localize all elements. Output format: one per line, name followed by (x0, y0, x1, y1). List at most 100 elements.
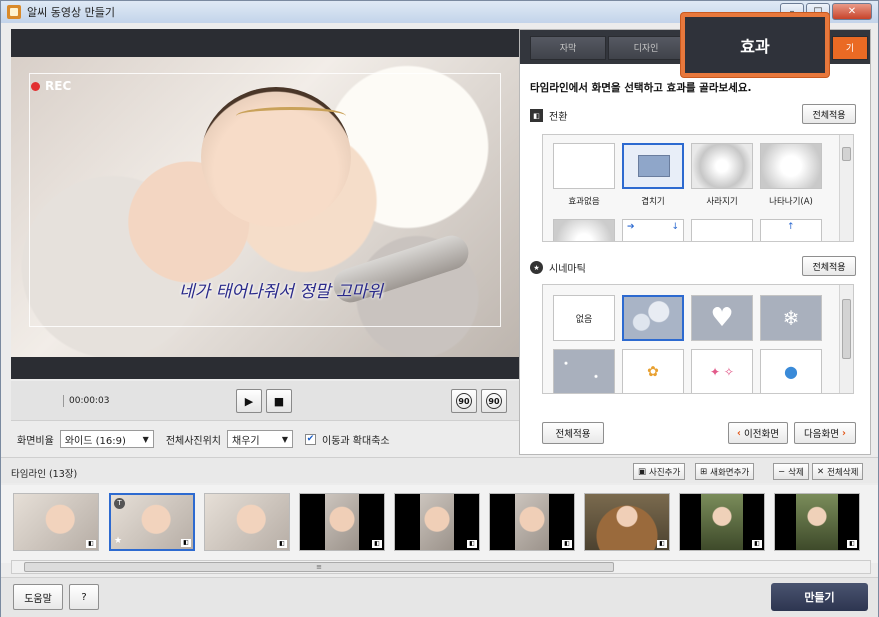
apply-all-button[interactable]: 전체적용 (542, 422, 604, 444)
rotate-left-button[interactable]: 90 (451, 389, 477, 413)
stop-icon: ■ (273, 394, 285, 408)
timeline-thumbnail[interactable]: ◧ (299, 493, 385, 551)
balloon-icon: ● (784, 362, 798, 381)
play-button[interactable]: ▶ (236, 389, 262, 413)
help-label: 도움말 (24, 593, 52, 605)
transition-scrollbar[interactable] (839, 135, 853, 241)
cinemark-confetti-tile[interactable]: ✦ ✧ (691, 349, 753, 393)
preview-photo: REC 네가 태어나줘서 정말 고마워 (11, 57, 519, 357)
photo-position-value: 채우기 (232, 435, 260, 447)
timeline-thumbnail[interactable]: ◧ (204, 493, 290, 551)
delete-label: 삭제 (788, 467, 804, 478)
transition-marker-icon: ◧ (562, 540, 572, 548)
playback-bar: 00:00:03 ▶ ■ 90 90 (11, 381, 519, 421)
ratio-label: 화면비율 (17, 435, 54, 447)
app-icon (7, 5, 21, 19)
photo-position-select[interactable]: 채우기 ▼ (227, 430, 294, 448)
cinemark-apply-all-button[interactable]: 전체적용 (802, 256, 856, 276)
cinemark-none-label: 없음 (575, 314, 593, 325)
add-screen-icon: ⊞ (700, 466, 708, 477)
star-icon: ★ (530, 261, 543, 274)
make-video-button[interactable]: 만들기 (771, 583, 868, 611)
ratio-value: 와이드 (16:9) (64, 435, 126, 447)
make-label: 만들기 (804, 591, 835, 604)
timeline-thumbnail[interactable]: ◧ (679, 493, 765, 551)
tab-effects[interactable]: 효과 (681, 13, 829, 77)
confetti-icon: ✦ ✧ (710, 365, 734, 379)
timeline-scrollbar[interactable]: ≡ (11, 560, 871, 574)
overlap-image-icon (638, 155, 670, 177)
transition-marker-icon: ◧ (277, 540, 287, 548)
caption-text[interactable]: 네가 태어나줘서 정말 고마워 (141, 277, 421, 302)
timeline-thumbnail[interactable]: ◧ (584, 493, 670, 551)
star-icon: ★ (114, 536, 123, 546)
transition-tile[interactable] (691, 219, 753, 241)
transition-icon: ◧ (530, 109, 543, 122)
timeline-header: 타임라인 (13장) ▣ 사진추가 ⊞ 새화면추가 − 삭제 ✕ 전체삭제 (1, 457, 878, 483)
transition-apply-all-button[interactable]: 전체적용 (802, 104, 856, 124)
time-divider (63, 395, 64, 407)
question-button[interactable]: ? (69, 584, 99, 610)
cinemark-heart-tile[interactable]: ♥ (691, 295, 753, 341)
chevron-down-icon: ▼ (281, 434, 289, 444)
tab-design[interactable]: 디자인 (608, 36, 684, 60)
timeline-thumbnail[interactable]: ◧ (774, 493, 860, 551)
footer-bar: 도움말 ? 만들기 (1, 577, 878, 617)
timeline-strip: ◧ T ★ ◧ ◧ ◧ ◧ ◧ ◧ ◧ ◧ (1, 485, 878, 563)
minus-icon: − (778, 466, 786, 477)
transition-tile[interactable]: ➔ ↓ (622, 219, 684, 241)
motion-checkbox[interactable]: ✔ (305, 433, 317, 445)
arrow-down-icon: ↓ (671, 222, 679, 232)
cinemark-scrollbar[interactable] (839, 285, 853, 393)
timeline-thumbnail[interactable]: ◧ (394, 493, 480, 551)
transition-appear-tile[interactable] (760, 143, 822, 189)
ratio-select[interactable]: 와이드 (16:9) ▼ (59, 430, 154, 448)
add-photo-button[interactable]: ▣ 사진추가 (633, 463, 686, 480)
window-title: 알씨 동영상 만들기 (27, 6, 115, 19)
tab-extra[interactable]: 기 (832, 36, 868, 60)
tab-subtitle[interactable]: 자막 (530, 36, 606, 60)
cinemark-title: 시네마틱 (549, 264, 586, 275)
transition-label: 효과없음 (568, 197, 600, 207)
next-screen-label: 다음화면 (804, 429, 840, 440)
cinemark-tile[interactable] (553, 349, 615, 393)
transition-tile[interactable] (553, 219, 615, 241)
transition-fade-tile[interactable] (691, 143, 753, 189)
transition-label: 나타나기(A) (769, 197, 813, 207)
delete-all-button[interactable]: ✕ 전체삭제 (812, 463, 864, 480)
transition-label: 사라지기 (706, 197, 738, 207)
cinemark-bubbles-tile[interactable] (622, 295, 684, 341)
cinemark-header: ★ 시네마틱 (530, 260, 586, 275)
transition-marker-icon: ◧ (372, 540, 382, 548)
transition-label: 겹치기 (641, 197, 665, 207)
timeline-thumbnail[interactable]: T ★ ◧ (109, 493, 195, 551)
scroll-thumb[interactable] (842, 147, 851, 161)
prev-screen-button[interactable]: ‹ 이전화면 (728, 422, 788, 444)
transition-marker-icon: ◧ (181, 539, 191, 547)
close-icon: ✕ (817, 466, 825, 477)
cinemark-snow-tile[interactable]: ❄ (760, 295, 822, 341)
transition-title: 전환 (549, 112, 568, 123)
cinemark-none-tile[interactable]: 없음 (553, 295, 615, 341)
rec-label: REC (45, 79, 72, 93)
transition-overlap-tile[interactable] (622, 143, 684, 189)
arrow-up-icon: ↑ (787, 222, 795, 232)
transition-tile[interactable]: ↑ (760, 219, 822, 241)
rotate-right-button[interactable]: 90 (481, 389, 507, 413)
scroll-thumb[interactable] (842, 299, 851, 359)
cinemark-gift-tile[interactable]: ✿ (622, 349, 684, 393)
add-screen-button[interactable]: ⊞ 새화면추가 (695, 463, 755, 480)
cinemark-balloon-tile[interactable]: ● (760, 349, 822, 393)
timeline-thumbnail[interactable]: ◧ (13, 493, 99, 551)
next-screen-button[interactable]: 다음화면 › (794, 422, 856, 444)
rec-dot-icon (31, 81, 40, 91)
help-button[interactable]: 도움말 (13, 584, 63, 610)
scroll-thumb[interactable]: ≡ (24, 562, 614, 572)
tab-effects-label: 효과 (740, 37, 770, 56)
transition-none-tile[interactable] (553, 143, 615, 189)
close-button[interactable]: ✕ (832, 3, 872, 20)
timeline-thumbnail[interactable]: ◧ (489, 493, 575, 551)
panel-instruction: 타임라인에서 화면을 선택하고 효과를 골라보세요. (530, 82, 752, 94)
delete-button[interactable]: − 삭제 (773, 463, 809, 480)
stop-button[interactable]: ■ (266, 389, 292, 413)
